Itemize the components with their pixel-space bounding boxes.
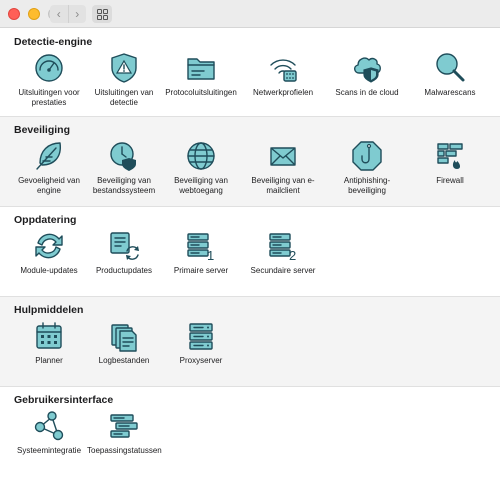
item-product-updates[interactable]: Productupdates: [87, 229, 161, 276]
hook-icon: [352, 141, 382, 171]
item-network-profiles[interactable]: Netwerkprofielen: [246, 51, 320, 98]
navigation-control: ‹ ›: [50, 5, 86, 23]
item-malware-scans[interactable]: Malwarescans: [413, 51, 487, 98]
envelope-icon: [270, 147, 296, 166]
item-label: Uitsluitingen van detectie: [94, 88, 154, 107]
item-web-access-protection[interactable]: Beveiliging van webtoegang: [164, 139, 238, 196]
item-protocol-exclusions[interactable]: Protocoluitsluitingen: [164, 51, 238, 98]
item-secondary-server[interactable]: 2 Secundaire server: [246, 229, 320, 276]
section-title: Detectie-engine: [14, 36, 93, 48]
section-title: Beveiliging: [14, 124, 71, 136]
forward-button[interactable]: ›: [67, 5, 86, 23]
item-label: Productupdates: [95, 266, 153, 275]
item-performance-exclusions[interactable]: Uitsluitingen voor prestaties: [12, 51, 86, 108]
section-title: Gebruikersinterface: [14, 394, 114, 406]
item-label: Primaire server: [173, 266, 229, 275]
item-module-updates[interactable]: Module-updates: [12, 229, 86, 276]
server-1-icon: 1: [187, 233, 214, 263]
section-user-interface: Gebruikersinterface Systeemintegratie To…: [0, 387, 500, 479]
item-label: Beveiliging van webtoegang: [174, 176, 228, 195]
firewall-icon: [437, 143, 463, 169]
product-update-icon: [110, 232, 139, 260]
section-tools: Hulpmiddelen Planner Logbestanden Proxys…: [0, 297, 500, 387]
window-titlebar: ‹ ›: [0, 0, 500, 28]
section-title: Hulpmiddelen: [14, 304, 84, 316]
section-detection-engine: Detectie-engine Uitsluitingen voor prest…: [0, 29, 500, 117]
close-window-button[interactable]: [8, 8, 20, 20]
show-all-button[interactable]: [92, 5, 112, 23]
back-button[interactable]: ‹: [50, 5, 68, 23]
section-title: Oppdatering: [14, 214, 77, 226]
item-label: Protocoluitsluitingen: [165, 88, 237, 97]
item-cloud-scans[interactable]: Scans in de cloud: [330, 51, 404, 98]
item-firewall[interactable]: Firewall: [413, 139, 487, 186]
item-detection-exclusions[interactable]: Uitsluitingen van detectie: [87, 51, 161, 108]
item-label: Antiphishing-beveiliging: [343, 176, 391, 195]
globe-icon: [187, 142, 215, 170]
item-primary-server[interactable]: 1 Primaire server: [164, 229, 238, 276]
item-label: Secundaire server: [250, 266, 316, 275]
server-number: 1: [207, 248, 214, 263]
item-label: Malwarescans: [424, 88, 476, 97]
file-shield-icon: [110, 142, 136, 171]
item-label: Toepassingstatussen: [87, 446, 162, 455]
item-system-integration[interactable]: Systeemintegratie: [12, 409, 86, 456]
section-protection: Beveiliging Gevoeligheid van engine Beve…: [0, 117, 500, 207]
item-label: Module-updates: [20, 266, 78, 275]
item-label: Systeemintegratie: [16, 446, 82, 455]
chevron-left-icon: ‹: [56, 7, 61, 21]
gauge-icon: [35, 54, 63, 82]
feather-icon: [36, 142, 61, 170]
minimize-window-button[interactable]: [28, 8, 40, 20]
status-bars-icon: [110, 414, 138, 438]
calendar-icon: [36, 322, 62, 349]
server-number: 2: [289, 248, 296, 263]
item-label: Beveiliging van e-mailclient: [251, 176, 315, 195]
magnifier-icon: [436, 53, 465, 82]
warning-shield-icon: [111, 53, 137, 83]
item-label: Beveiliging van bestandssysteem: [92, 176, 156, 195]
item-label: Gevoeligheid van engine: [18, 176, 80, 195]
item-proxy-server[interactable]: Proxyserver: [164, 319, 238, 366]
refresh-icon: [35, 233, 63, 259]
item-label: Uitsluitingen voor prestaties: [18, 88, 80, 107]
folder-icon: [187, 58, 215, 80]
item-log-files[interactable]: Logbestanden: [87, 319, 161, 366]
item-label: Firewall: [436, 176, 464, 185]
section-update: Oppdatering Module-updates Productupdate…: [0, 207, 500, 297]
item-antiphishing-protection[interactable]: Antiphishing-beveiliging: [330, 139, 404, 196]
item-label: Logbestanden: [98, 356, 150, 365]
item-label: Proxyserver: [179, 356, 223, 365]
proxy-server-icon: [189, 323, 213, 350]
item-engine-sensitivity[interactable]: Gevoeligheid van engine: [12, 139, 86, 196]
wifi-icon: [270, 59, 297, 82]
cloud-shield-icon: [354, 57, 381, 83]
documents-icon: [111, 324, 137, 352]
grid-icon: [96, 8, 108, 20]
item-filesystem-protection[interactable]: Beveiliging van bestandssysteem: [87, 139, 161, 196]
item-application-statuses[interactable]: Toepassingstatussen: [87, 409, 162, 456]
network-nodes-icon: [34, 411, 64, 441]
item-label: Planner: [35, 356, 63, 365]
item-scheduler[interactable]: Planner: [12, 319, 86, 366]
item-label: Netwerkprofielen: [252, 88, 314, 97]
item-email-client-protection[interactable]: Beveiliging van e-mailclient: [246, 139, 320, 196]
server-2-icon: 2: [269, 233, 296, 263]
item-label: Scans in de cloud: [335, 88, 399, 97]
chevron-right-icon: ›: [75, 7, 80, 21]
